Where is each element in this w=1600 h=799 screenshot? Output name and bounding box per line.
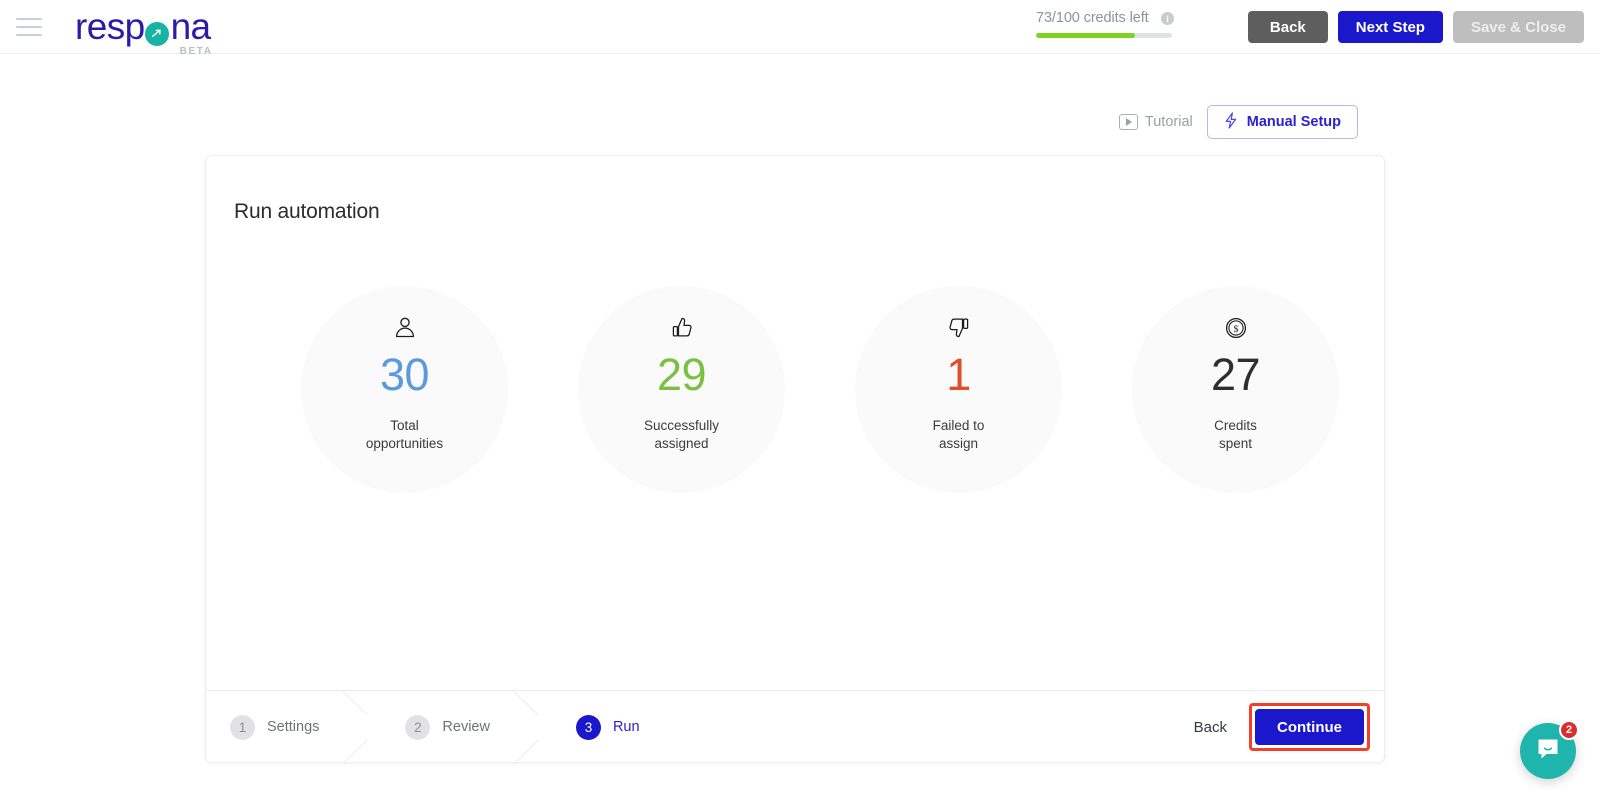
stat-successfully-assigned: 29 Successfully assigned — [578, 286, 785, 493]
step-settings[interactable]: 1 Settings — [206, 714, 320, 740]
person-icon — [392, 313, 418, 343]
stat-value: 30 — [379, 349, 430, 400]
chat-bubble-icon — [1534, 735, 1562, 768]
tutorial-button[interactable]: Tutorial — [1118, 114, 1193, 130]
stats-row: 30 Total opportunities 29 Successfully a… — [206, 286, 1384, 493]
manual-setup-button[interactable]: Manual Setup — [1206, 105, 1358, 139]
play-icon — [1118, 114, 1138, 130]
hamburger-menu-icon[interactable] — [16, 17, 42, 36]
intercom-unread-badge: 2 — [1559, 720, 1579, 740]
stat-label-line2: assign — [938, 436, 979, 451]
step-number: 3 — [575, 714, 601, 740]
step-chevron-separator — [506, 691, 552, 762]
step-label: Settings — [267, 719, 320, 735]
wizard-stepper: 1 Settings 2 Review 3 Run — [206, 691, 640, 762]
header-save-and-close-button[interactable]: Save & Close — [1452, 11, 1584, 43]
stat-value: 29 — [656, 349, 707, 400]
stat-label-line2: opportunities — [365, 436, 444, 451]
stat-value: 27 — [1210, 349, 1261, 400]
footer-back-button[interactable]: Back — [1180, 710, 1241, 744]
stat-credits-spent: $ 27 Credits spent — [1132, 286, 1339, 493]
credits-progress-fill — [1036, 33, 1136, 38]
footer-actions: Back Continue — [1180, 691, 1370, 762]
tutorial-label: Tutorial — [1144, 114, 1193, 130]
logo-o-icon — [144, 21, 171, 47]
stat-label: Failed to assign — [933, 417, 985, 453]
step-label: Review — [442, 719, 490, 735]
stat-label: Successfully assigned — [644, 417, 719, 453]
top-header: resp na BETA 73/100 credits left i Back … — [0, 0, 1600, 57]
stat-label-line1: Failed to — [932, 418, 985, 433]
page-toolbar: Tutorial Manual Setup — [1118, 105, 1358, 139]
header-back-button[interactable]: Back — [1247, 11, 1328, 43]
header-actions: Back Next Step Save & Close — [1247, 11, 1584, 43]
hamburger-line — [16, 17, 42, 20]
card-title: Run automation — [234, 200, 380, 223]
stat-label-line1: Total — [390, 418, 419, 433]
stat-label-line2: spent — [1218, 436, 1252, 451]
credits-progress-track — [1036, 33, 1172, 38]
stat-label: Total opportunities — [366, 417, 443, 453]
stat-label-line1: Successfully — [643, 418, 720, 433]
hamburger-line — [16, 33, 42, 36]
continue-highlight-box: Continue — [1249, 703, 1370, 751]
stat-label-line2: assigned — [654, 436, 709, 451]
step-number: 1 — [230, 714, 255, 740]
credits-meter: 73/100 credits left — [1036, 10, 1176, 38]
stat-label: Credits spent — [1214, 417, 1257, 453]
step-label: Run — [612, 719, 640, 735]
thumbs-up-icon — [669, 313, 695, 343]
stat-value: 1 — [946, 349, 971, 400]
hamburger-line — [16, 25, 42, 28]
page-body: Tutorial Manual Setup Run automation 30 … — [0, 54, 1600, 799]
stat-label-line1: Credits — [1214, 418, 1257, 433]
step-number: 2 — [405, 714, 431, 740]
stat-total-opportunities: 30 Total opportunities — [301, 286, 508, 493]
step-review[interactable]: 2 Review — [381, 714, 490, 740]
run-automation-card: Run automation 30 Total opportunities 29… — [205, 155, 1385, 763]
info-icon[interactable]: i — [1161, 12, 1174, 25]
logo-text-right: na — [170, 5, 212, 47]
logo-beta-badge: BETA — [179, 45, 213, 57]
credits-label: 73/100 credits left — [1036, 10, 1149, 26]
step-chevron-separator — [335, 691, 381, 762]
stat-failed-to-assign: 1 Failed to assign — [855, 286, 1062, 493]
intercom-chat-launcher[interactable]: 2 — [1520, 720, 1579, 779]
lightning-bolt-icon — [1224, 111, 1238, 133]
thumbs-down-icon — [946, 313, 972, 343]
step-run[interactable]: 3 Run — [552, 714, 640, 740]
header-next-step-button[interactable]: Next Step — [1337, 11, 1443, 43]
respona-logo[interactable]: resp na BETA — [75, 5, 212, 57]
svg-text:$: $ — [1233, 324, 1238, 335]
logo-text-left: resp — [75, 5, 145, 47]
card-footer: 1 Settings 2 Review 3 Run Back Continue — [206, 690, 1384, 762]
continue-button[interactable]: Continue — [1255, 709, 1364, 745]
coin-dollar-icon: $ — [1223, 313, 1249, 343]
manual-setup-label: Manual Setup — [1246, 114, 1341, 130]
